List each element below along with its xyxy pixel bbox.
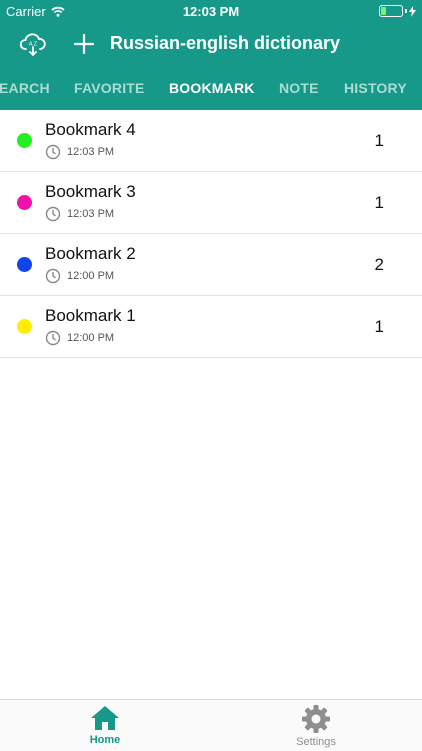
nav-home[interactable]: Home	[55, 704, 155, 746]
bookmark-list: Bookmark 4 12:03 PM 1 Bookmark 3 12:03 P…	[0, 110, 422, 358]
list-item[interactable]: Bookmark 3 12:03 PM 1	[0, 172, 422, 234]
timestamp: 12:00 PM	[45, 268, 114, 284]
home-icon	[91, 706, 119, 730]
gear-icon	[302, 705, 330, 733]
plus-icon	[73, 33, 95, 55]
cloud-download-button[interactable]: A Z	[17, 28, 49, 60]
clock-icon	[45, 268, 61, 284]
cloud-download-icon: A Z	[19, 33, 46, 57]
battery-icon	[379, 5, 416, 17]
nav-settings[interactable]: Settings	[266, 704, 366, 748]
clock-icon	[45, 206, 61, 222]
bookmark-count: 2	[374, 255, 384, 274]
bookmark-title: Bookmark 3	[45, 182, 136, 201]
bookmark-time: 12:00 PM	[67, 270, 115, 282]
bookmark-title: Bookmark 2	[45, 244, 136, 263]
list-item[interactable]: Bookmark 4 12:03 PM 1	[0, 110, 422, 172]
clock: 12:03 PM	[182, 4, 240, 19]
list-item[interactable]: Bookmark 2 12:00 PM 2	[0, 234, 422, 296]
bottom-nav: Home Settings	[0, 699, 422, 751]
header: Carrier 12:03 PM A Z Russian-english dic…	[0, 0, 422, 110]
bookmark-title: Bookmark 4	[45, 120, 136, 139]
clock-icon	[45, 330, 61, 346]
nav-home-label: Home	[89, 734, 121, 746]
bookmark-count: 1	[374, 131, 384, 150]
timestamp: 12:03 PM	[45, 144, 114, 160]
timestamp: 12:00 PM	[45, 330, 114, 346]
clock-icon	[45, 144, 61, 160]
status-bar: Carrier 12:03 PM	[0, 0, 422, 22]
tab-bar: EARCH FAVORITE BOOKMARK NOTE HISTORY	[0, 66, 422, 110]
tab-bookmark[interactable]: BOOKMARK	[169, 80, 255, 96]
color-dot	[17, 195, 32, 210]
color-dot	[17, 319, 32, 334]
bookmark-time: 12:03 PM	[67, 146, 115, 158]
bookmark-time: 12:00 PM	[67, 332, 115, 344]
add-button[interactable]	[68, 28, 100, 60]
bookmark-count: 1	[374, 193, 384, 212]
app-title: Russian-english dictionary	[110, 33, 341, 53]
timestamp: 12:03 PM	[45, 206, 114, 222]
color-dot	[17, 133, 32, 148]
bookmark-title: Bookmark 1	[45, 306, 136, 325]
list-item[interactable]: Bookmark 1 12:00 PM 1	[0, 296, 422, 358]
color-dot	[17, 257, 32, 272]
tab-search[interactable]: EARCH	[0, 80, 50, 96]
bookmark-time: 12:03 PM	[67, 208, 115, 220]
charging-icon	[409, 5, 416, 17]
tab-note[interactable]: NOTE	[279, 80, 319, 96]
tab-history[interactable]: HISTORY	[344, 80, 407, 96]
app-bar: A Z Russian-english dictionary	[0, 22, 422, 66]
bookmark-count: 1	[374, 317, 384, 336]
tab-favorite[interactable]: FAVORITE	[74, 80, 145, 96]
nav-settings-label: Settings	[296, 736, 336, 748]
